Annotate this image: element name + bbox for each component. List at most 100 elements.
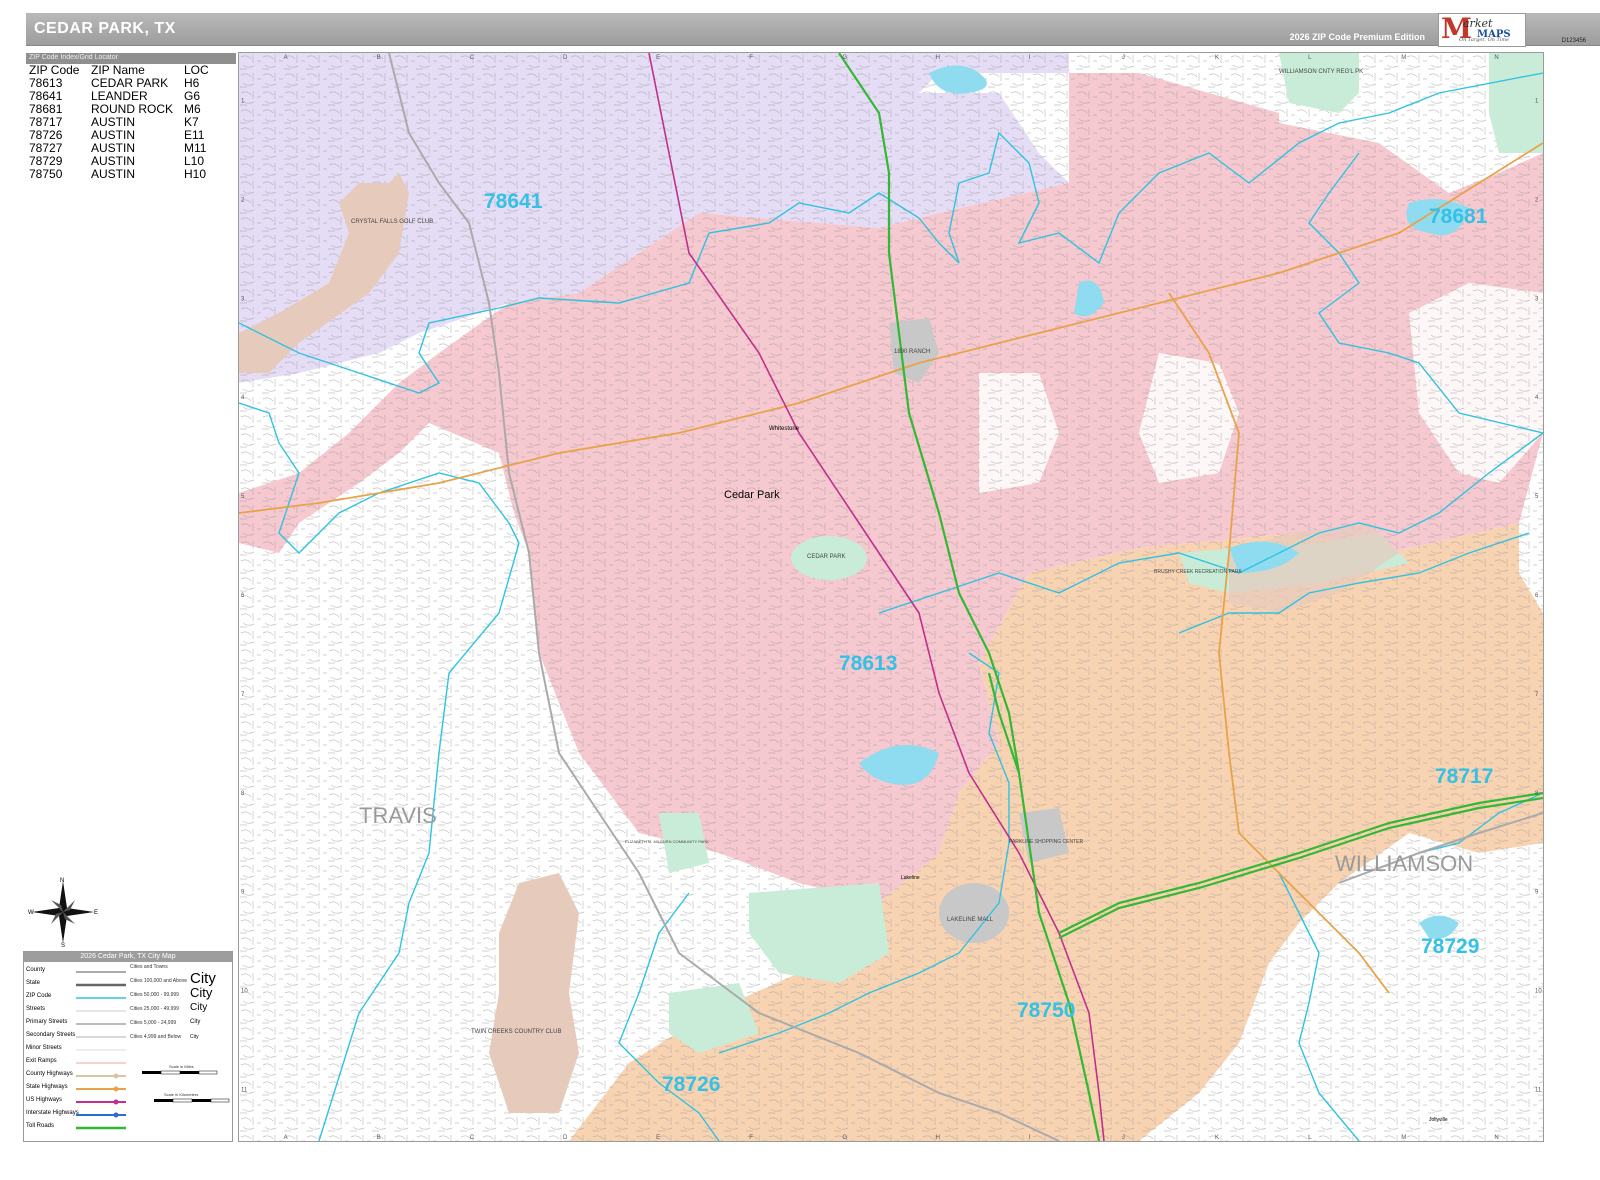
city-class: Cities 100,000 and Above bbox=[130, 978, 187, 984]
grid-column-label: A bbox=[284, 55, 288, 61]
county-label-travis: TRAVIS bbox=[359, 803, 437, 828]
grid-column-label: N bbox=[1494, 1135, 1498, 1141]
place-label: ELIZABETH M. MILBURN COMMUNITY PARK bbox=[625, 839, 709, 844]
place-label: BRUSHY CREEK RECREATION PARK bbox=[1154, 569, 1242, 575]
zip-label-78726: 78726 bbox=[662, 1073, 720, 1096]
place-label: PARKLINE SHOPPING CENTER bbox=[1009, 839, 1083, 845]
legend-swatch bbox=[76, 1023, 126, 1025]
legend-title: 2026 Cedar Park, TX City Map bbox=[24, 952, 232, 962]
map-svg: AABBCCDDEEFFGGHHIIJJKKLLMMNN1 12 23 34 45 56 6… bbox=[239, 53, 1543, 1141]
legend-swatch bbox=[76, 1126, 126, 1130]
legend-item: US Highways bbox=[26, 1097, 126, 1109]
legend-item: State Highways bbox=[26, 1084, 126, 1096]
city-sample: City bbox=[190, 1002, 208, 1013]
legend-item: Secondary Streets bbox=[26, 1032, 126, 1044]
grid-row-label: 10 bbox=[1535, 989, 1542, 995]
legend-item-label: Toll Roads bbox=[26, 1123, 55, 1129]
legend-item-label: Interstate Highways bbox=[26, 1110, 79, 1116]
city-sample: City bbox=[190, 1034, 199, 1040]
grid-row-label: 11 bbox=[1535, 1088, 1542, 1094]
grid-column-label: C bbox=[470, 55, 475, 61]
city-label-cedar-park: Cedar Park bbox=[724, 489, 780, 501]
grid-column-label: G bbox=[842, 55, 847, 61]
grid-column-label: N bbox=[1494, 55, 1498, 61]
grid-column-label: D bbox=[563, 1135, 568, 1141]
legend-swatch bbox=[76, 997, 126, 999]
grid-column-label: B bbox=[377, 55, 381, 61]
legend-swatch bbox=[76, 1010, 126, 1012]
legend-item: Exit Ramps bbox=[26, 1058, 126, 1070]
legend-swatch bbox=[76, 1086, 126, 1092]
city-class: Cities 50,000 - 99,999 bbox=[130, 992, 179, 998]
zip-loc: H10 bbox=[184, 167, 207, 181]
grid-column-label: J bbox=[1122, 55, 1125, 61]
small-label: Whitestone bbox=[769, 426, 800, 432]
legend-item: Minor Streets bbox=[26, 1045, 126, 1057]
grid-column-label: H bbox=[936, 55, 940, 61]
legend-item: ZIP Code bbox=[26, 993, 126, 1005]
legend-item-label: ZIP Code bbox=[26, 993, 52, 999]
grid-row-label: 11 bbox=[241, 1088, 248, 1094]
legend-item-label: County Highways bbox=[26, 1071, 73, 1077]
grid-row-label: 10 bbox=[241, 989, 248, 995]
legend-item: State bbox=[26, 980, 126, 992]
city-class: Cities 5,000 - 24,999 bbox=[130, 1020, 177, 1026]
legend-swatch bbox=[76, 1099, 126, 1105]
zip-label-78729: 78729 bbox=[1421, 935, 1479, 958]
grid-column-label: M bbox=[1401, 1135, 1406, 1141]
zip-label-78750: 78750 bbox=[1017, 999, 1075, 1022]
legend-swatch bbox=[76, 971, 126, 973]
market-maps-logo: M arket MAPS On Target, On Time bbox=[1438, 12, 1526, 47]
legend-item-label: Exit Ramps bbox=[26, 1058, 57, 1064]
zip-index-table: ZIP Code Index/Grid Locator ZIP Code ZIP… bbox=[26, 53, 236, 185]
grid-column-label: H bbox=[936, 1135, 940, 1141]
compass-s: S bbox=[61, 943, 65, 947]
scale-bar-miles bbox=[142, 1070, 218, 1075]
zip-label-78613: 78613 bbox=[839, 652, 897, 675]
grid-column-label: E bbox=[656, 55, 660, 61]
place-label: CEDAR PARK bbox=[807, 554, 846, 560]
city-sample: City bbox=[190, 1019, 201, 1025]
grid-column-label: J bbox=[1122, 1135, 1125, 1141]
legend-item: Toll Roads bbox=[26, 1123, 126, 1135]
legend-item-label: Streets bbox=[26, 1006, 46, 1012]
county-label-williamson: WILLIAMSON bbox=[1335, 851, 1473, 876]
zip-label-78681: 78681 bbox=[1429, 205, 1488, 228]
zip-code: 78750 bbox=[29, 167, 63, 181]
legend-item: County Highways bbox=[26, 1071, 126, 1083]
logo-tagline: On Target, On Time bbox=[1459, 37, 1510, 43]
grid-column-label: G bbox=[842, 1135, 847, 1141]
map-canvas[interactable]: AABBCCDDEEFFGGHHIIJJKKLLMMNN112233445566… bbox=[238, 52, 1544, 1142]
grid-column-label: M bbox=[1401, 55, 1406, 61]
city-class: Cities 25,000 - 49,999 bbox=[130, 1006, 179, 1012]
small-label: Lakeline bbox=[901, 875, 920, 881]
legend-item-label: State Highways bbox=[26, 1084, 68, 1090]
compass-e: E bbox=[94, 910, 98, 916]
legend-item-label: State bbox=[26, 980, 41, 986]
grid-column-label: K bbox=[1215, 55, 1219, 61]
compass-n: N bbox=[60, 878, 64, 884]
map-legend: 2026 Cedar Park, TX City Map County Stat… bbox=[23, 951, 233, 1142]
place-label: TWIN CREEKS COUNTRY CLUB bbox=[471, 1029, 561, 1035]
edition-label: 2026 ZIP Code Premium Edition bbox=[1289, 32, 1425, 42]
legend-swatch bbox=[76, 1112, 126, 1118]
scale-km-label: Scale in Kilometers bbox=[164, 1092, 199, 1097]
zip-name: AUSTIN bbox=[91, 167, 136, 181]
legend-swatch bbox=[76, 1062, 126, 1064]
place-label: LAKELINE MALL bbox=[947, 917, 994, 923]
small-label: Jollyville bbox=[1429, 1117, 1448, 1123]
place-label: WILLIAMSON CNTY REG'L PK bbox=[1279, 69, 1363, 75]
compass-w: W bbox=[28, 910, 34, 916]
grid-column-label: F bbox=[749, 55, 753, 61]
legend-item-label: Minor Streets bbox=[26, 1045, 62, 1051]
legend-swatch bbox=[76, 1073, 126, 1079]
legend-item-label: Primary Streets bbox=[26, 1019, 68, 1025]
legend-item-label: County bbox=[26, 967, 46, 973]
legend-swatch bbox=[76, 1036, 126, 1038]
zip-row: 78750 AUSTIN H10 bbox=[26, 168, 236, 181]
street-network bbox=[239, 53, 1543, 1141]
map-title: CEDAR PARK, TX bbox=[34, 20, 176, 37]
grid-column-label: F bbox=[749, 1135, 753, 1141]
grid-column-label: A bbox=[284, 1135, 288, 1141]
cities-heading: Cities and Towns bbox=[130, 964, 168, 970]
